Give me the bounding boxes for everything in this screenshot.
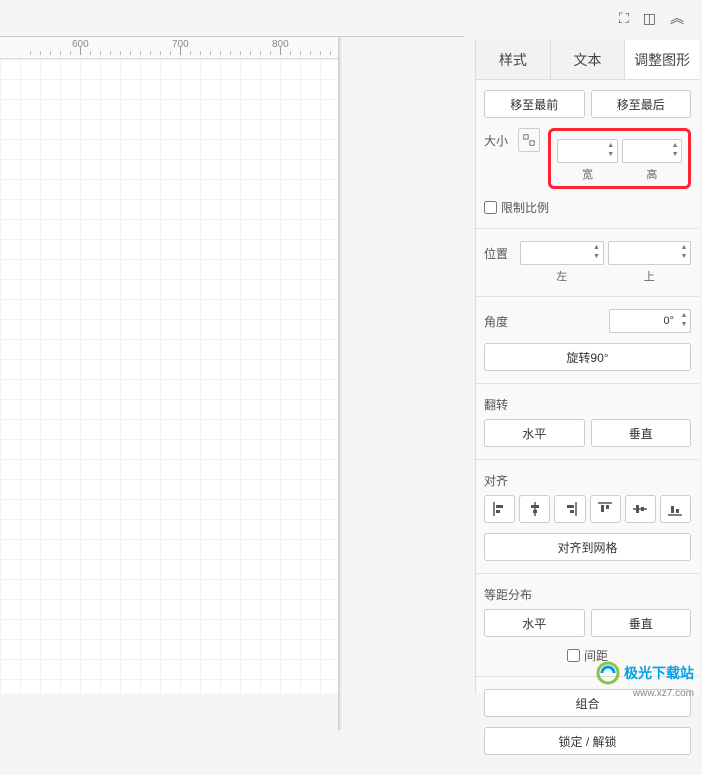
constrain-label: 限制比例 (501, 199, 549, 216)
tab-text[interactable]: 文本 (551, 40, 626, 79)
distribute-vertical-button[interactable]: 垂直 (591, 609, 692, 637)
align-center-v-button[interactable] (625, 495, 656, 523)
top-input[interactable]: ▲▼ (608, 241, 692, 265)
rotate-90-button[interactable]: 旋转90° (484, 343, 691, 371)
align-section-label: 对齐 (484, 472, 691, 489)
stepper-up-icon[interactable]: ▲ (670, 141, 680, 150)
width-sublabel: 宽 (557, 166, 617, 182)
size-mode-icon[interactable] (518, 128, 540, 152)
height-input[interactable]: ▲▼ (622, 139, 682, 163)
constrain-proportions-checkbox[interactable] (484, 201, 497, 214)
panel-tabs: 样式 文本 调整图形 (476, 40, 699, 80)
distribute-section-label: 等距分布 (484, 586, 691, 603)
collapse-icon[interactable]: ︽ (670, 8, 684, 28)
angle-label: 角度 (484, 313, 514, 330)
stepper-up-icon[interactable]: ▲ (679, 311, 689, 320)
align-top-button[interactable] (590, 495, 621, 523)
stepper-down-icon[interactable]: ▼ (606, 150, 616, 159)
send-to-back-button[interactable]: 移至最后 (591, 90, 692, 118)
spacing-checkbox[interactable] (567, 649, 580, 662)
tab-shape[interactable]: 调整图形 (625, 40, 699, 79)
width-input[interactable]: ▲▼ (557, 139, 617, 163)
canvas-area[interactable]: 600 700 800 (0, 36, 464, 693)
stepper-up-icon[interactable]: ▲ (592, 243, 602, 252)
canvas-edge (338, 37, 468, 730)
watermark-text: 极光下载站 (624, 663, 694, 683)
watermark-url: www.xz7.com (633, 688, 694, 699)
align-right-button[interactable] (554, 495, 585, 523)
lock-unlock-button[interactable]: 锁定 / 解锁 (484, 727, 691, 755)
flip-horizontal-button[interactable]: 水平 (484, 419, 585, 447)
position-label: 位置 (484, 241, 514, 262)
snap-to-grid-button[interactable]: 对齐到网格 (484, 533, 691, 561)
stepper-up-icon[interactable]: ▲ (606, 141, 616, 150)
panel-toggle-icon[interactable]: ◫ (643, 10, 656, 27)
bring-to-front-button[interactable]: 移至最前 (484, 90, 585, 118)
distribute-horizontal-button[interactable]: 水平 (484, 609, 585, 637)
align-bottom-button[interactable] (660, 495, 691, 523)
stepper-down-icon[interactable]: ▼ (679, 320, 689, 329)
left-sublabel: 左 (520, 268, 604, 284)
stepper-down-icon[interactable]: ▼ (679, 252, 689, 261)
left-input[interactable]: ▲▼ (520, 241, 604, 265)
align-left-button[interactable] (484, 495, 515, 523)
angle-input[interactable]: ▲▼ (609, 309, 692, 333)
size-highlight: ▲▼ ▲▼ 宽 高 (548, 128, 691, 189)
flip-section-label: 翻转 (484, 396, 691, 413)
tab-style[interactable]: 样式 (476, 40, 551, 79)
watermark: 极光下载站 www.xz7.com (596, 661, 694, 685)
height-sublabel: 高 (622, 166, 682, 182)
watermark-icon (596, 661, 620, 685)
stepper-down-icon[interactable]: ▼ (670, 150, 680, 159)
stepper-down-icon[interactable]: ▼ (592, 252, 602, 261)
size-label: 大小 (484, 128, 512, 149)
stepper-up-icon[interactable]: ▲ (679, 243, 689, 252)
flip-vertical-button[interactable]: 垂直 (591, 419, 692, 447)
top-sublabel: 上 (608, 268, 692, 284)
properties-panel: 样式 文本 调整图形 移至最前 移至最后 大小 ▲▼ ▲▼ 宽 高 (475, 40, 699, 693)
align-center-h-button[interactable] (519, 495, 550, 523)
fullscreen-icon[interactable]: ⛶ (619, 10, 629, 27)
